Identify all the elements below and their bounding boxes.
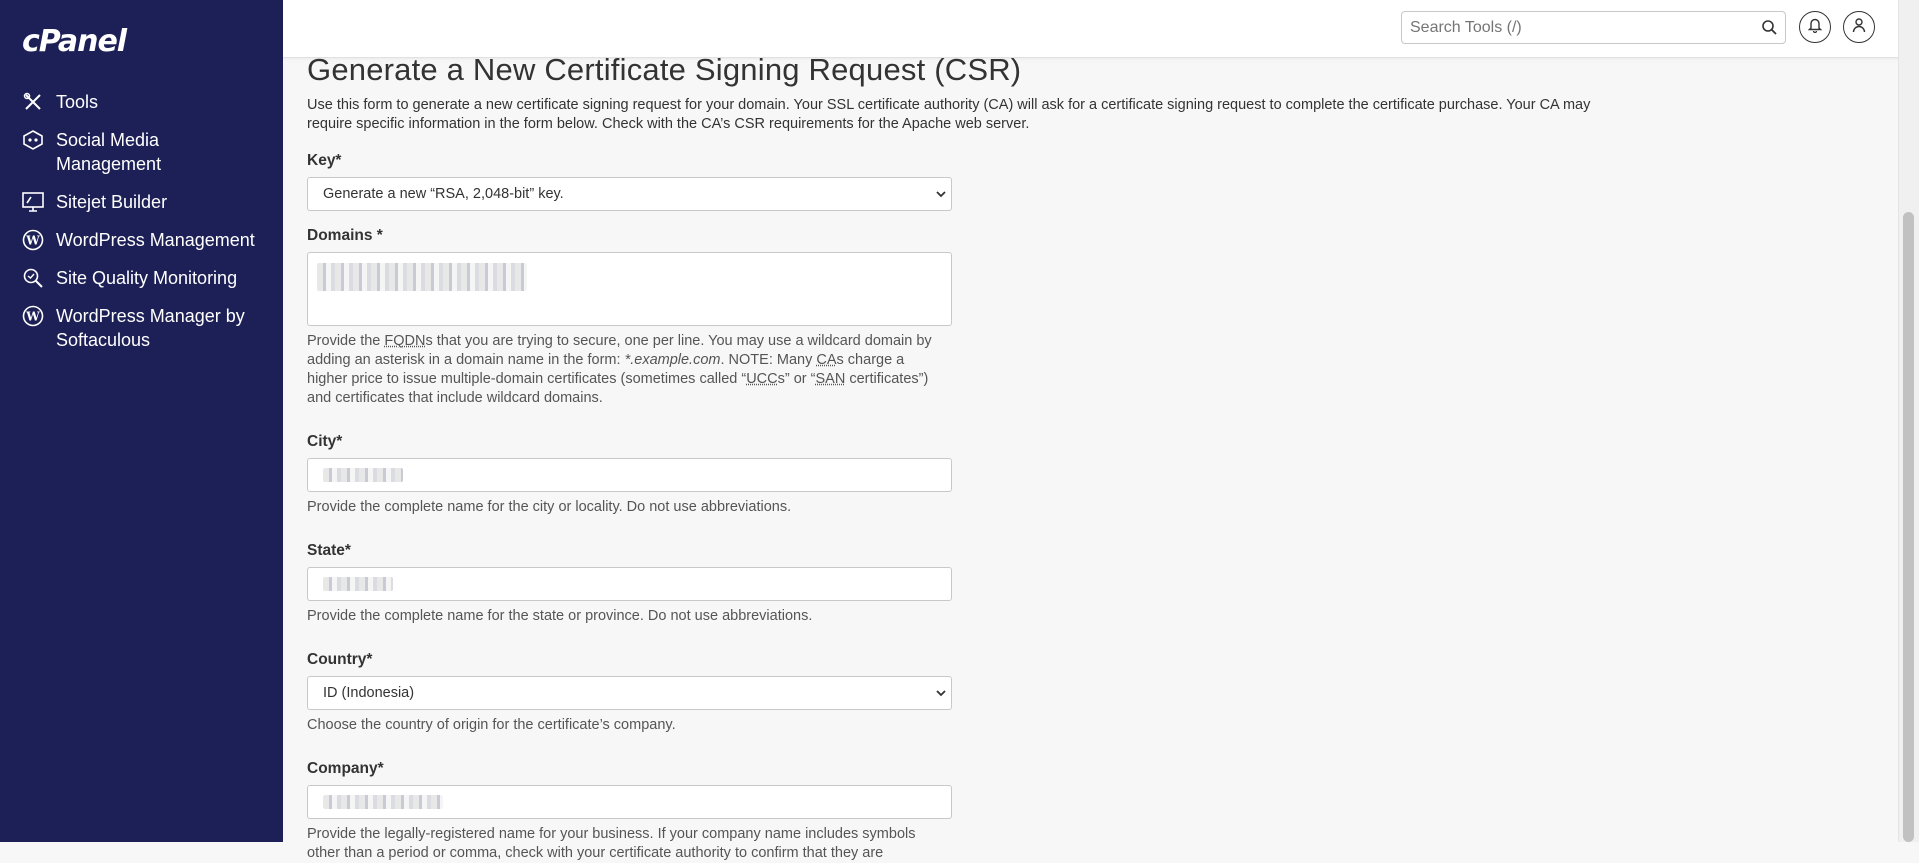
state-field: State* Provide the complete name for the… — [307, 542, 1637, 626]
redacted-domain-value — [317, 263, 527, 291]
svg-text:W: W — [25, 310, 40, 324]
sitejet-icon — [20, 190, 46, 214]
sidebar: cPanel Tools Social Media Management Sit… — [0, 0, 283, 842]
sidebar-item-label: Site Quality Monitoring — [56, 268, 238, 288]
sidebar-item-tools[interactable]: Tools — [0, 90, 283, 114]
redacted-state-value — [323, 577, 393, 591]
svg-text:W: W — [25, 234, 40, 248]
sidebar-item-social-media[interactable]: Social Media Management — [0, 128, 283, 176]
notifications-button[interactable] — [1799, 11, 1831, 43]
search-quality-icon — [20, 266, 46, 290]
domains-textarea[interactable] — [307, 252, 952, 326]
search-input[interactable] — [1402, 12, 1758, 43]
tools-icon — [20, 90, 46, 114]
cpanel-logo[interactable]: cPanel — [22, 24, 127, 59]
bell-icon — [1807, 17, 1823, 38]
company-label: Company* — [307, 760, 384, 777]
user-icon — [1852, 17, 1866, 38]
sidebar-item-wordpress-management[interactable]: W WordPress Management — [0, 228, 283, 252]
wordpress-icon: W — [20, 304, 46, 328]
country-label: Country* — [307, 651, 373, 668]
chevron-down-icon — [935, 687, 947, 703]
country-field: Country* ID (Indonesia) Choose the count… — [307, 651, 1637, 735]
sidebar-nav: Tools Social Media Management Sitejet Bu… — [0, 90, 283, 366]
country-help: Choose the country of origin for the cer… — [307, 717, 676, 733]
sidebar-item-wordpress-softaculous[interactable]: W WordPress Manager by Softaculous — [0, 304, 283, 352]
domains-help: Provide the FQDNs that you are trying to… — [307, 333, 932, 406]
redacted-city-value — [323, 468, 403, 482]
company-field: Company* Provide the legally-registered … — [307, 760, 1637, 863]
sidebar-item-label: Social Media Management — [56, 130, 162, 174]
city-help: Provide the complete name for the city o… — [307, 499, 792, 515]
search-box[interactable] — [1401, 11, 1786, 44]
domains-field: Domains * Provide the FQDNs that you are… — [307, 227, 1637, 408]
sidebar-item-label: WordPress Manager by Softaculous — [56, 306, 245, 350]
domains-label: Domains * — [307, 227, 383, 244]
company-help: Provide the legally-registered name for … — [307, 826, 916, 861]
country-select-value: ID (Indonesia) — [323, 685, 415, 701]
user-menu-button[interactable] — [1843, 11, 1875, 43]
key-select-value: Generate a new “RSA, 2,048-bit” key. — [323, 186, 564, 202]
key-label: Key* — [307, 152, 342, 169]
main-content: Generate a New Certificate Signing Reque… — [307, 50, 1637, 863]
sidebar-item-label: Sitejet Builder — [56, 192, 168, 212]
key-field: Key* Generate a new “RSA, 2,048-bit” key… — [307, 152, 1637, 211]
social-media-icon — [20, 128, 46, 152]
redacted-company-value — [323, 795, 443, 809]
city-label: City* — [307, 433, 343, 450]
scrollbar-thumb[interactable] — [1903, 212, 1914, 842]
chevron-down-icon — [935, 188, 947, 204]
city-input[interactable] — [307, 458, 952, 492]
sidebar-item-sitejet[interactable]: Sitejet Builder — [0, 190, 283, 214]
city-field: City* Provide the complete name for the … — [307, 433, 1637, 517]
state-help: Provide the complete name for the state … — [307, 608, 813, 624]
sidebar-item-site-quality[interactable]: Site Quality Monitoring — [0, 266, 283, 290]
country-select[interactable]: ID (Indonesia) — [307, 676, 952, 710]
sidebar-item-label: WordPress Management — [56, 230, 255, 250]
company-input[interactable] — [307, 785, 952, 819]
page-title: Generate a New Certificate Signing Reque… — [307, 52, 1022, 87]
wordpress-icon: W — [20, 228, 46, 252]
page-intro: Use this form to generate a new certific… — [307, 97, 1591, 132]
state-input[interactable] — [307, 567, 952, 601]
page-scrollbar[interactable] — [1898, 0, 1919, 842]
state-label: State* — [307, 542, 351, 559]
search-icon[interactable] — [1761, 19, 1777, 40]
key-select[interactable]: Generate a new “RSA, 2,048-bit” key. — [307, 177, 952, 211]
sidebar-item-label: Tools — [56, 92, 99, 112]
